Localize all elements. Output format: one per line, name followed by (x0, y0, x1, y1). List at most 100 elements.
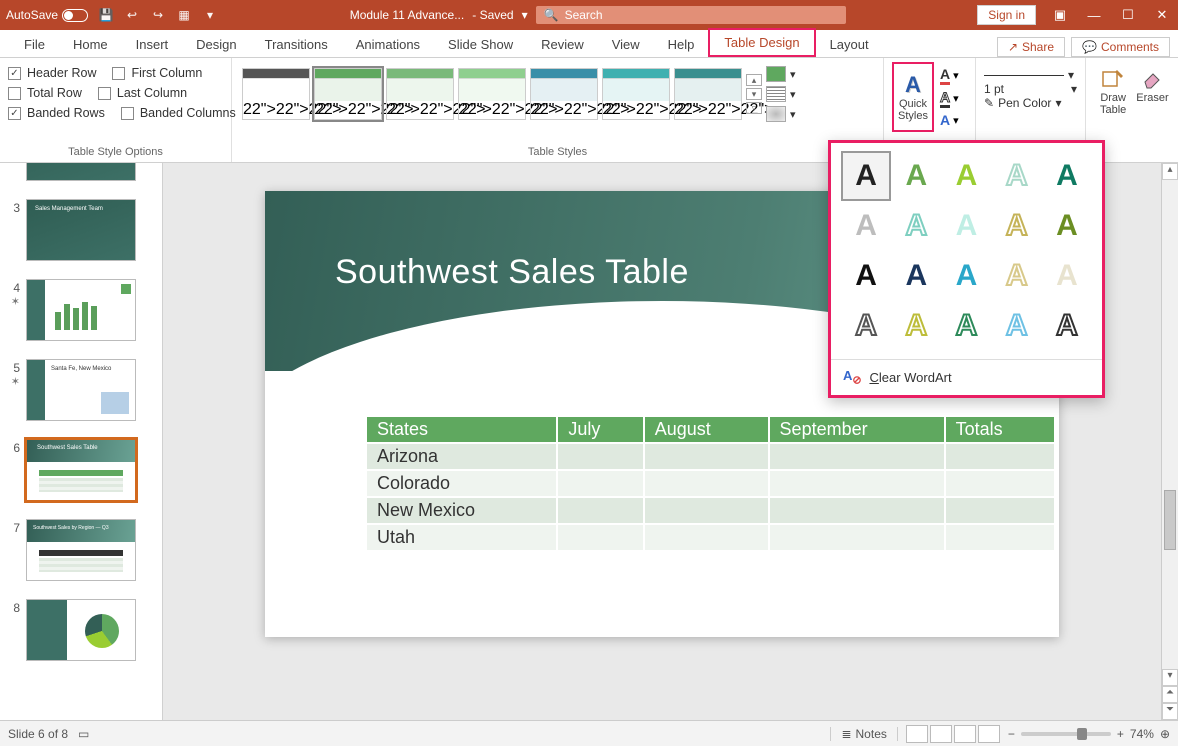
tab-home[interactable]: Home (59, 32, 122, 57)
effects-button[interactable]: ▾ (766, 106, 796, 122)
tab-slide-show[interactable]: Slide Show (434, 32, 527, 57)
comments-button[interactable]: 💬Comments (1071, 37, 1170, 57)
check-total-row[interactable]: Total Row (8, 86, 82, 100)
table-cell[interactable] (769, 470, 945, 497)
thumbnail-slide-5[interactable]: Santa Fe, New Mexico (26, 359, 136, 421)
wordart-style-option[interactable]: A (1044, 203, 1090, 249)
tab-animations[interactable]: Animations (342, 32, 434, 57)
table-cell[interactable] (557, 443, 643, 470)
undo-icon[interactable]: ↩ (124, 7, 140, 23)
zoom-out-icon[interactable]: − (1008, 727, 1015, 741)
close-icon[interactable]: ✕ (1152, 5, 1172, 25)
table-cell[interactable]: Arizona (367, 443, 557, 470)
table-styles-gallery[interactable]: 22">22">22">22">22">22">22">22">22">22">… (240, 62, 744, 126)
view-normal-icon[interactable] (906, 725, 928, 743)
wordart-style-option[interactable]: A (1044, 253, 1090, 299)
table-header-cell[interactable]: September (769, 417, 945, 443)
wordart-style-option[interactable]: A (843, 203, 889, 249)
pen-style-button[interactable]: ▾ (984, 68, 1077, 82)
search-box[interactable]: 🔍 (536, 6, 846, 24)
table-cell[interactable] (945, 524, 1055, 550)
table-cell[interactable]: Utah (367, 524, 557, 550)
table-style-option[interactable]: 22">22">22"> (458, 68, 526, 120)
thumbnail-slide-7[interactable]: Southwest Sales by Region — Q3 (26, 519, 136, 581)
ribbon-display-icon[interactable]: ▣ (1050, 5, 1070, 25)
wordart-style-option[interactable]: A (943, 203, 989, 249)
title-dropdown-icon[interactable]: ▾ (522, 8, 528, 22)
table-cell[interactable]: Colorado (367, 470, 557, 497)
scroll-up-icon[interactable]: ▴ (1162, 163, 1178, 180)
tab-view[interactable]: View (598, 32, 654, 57)
save-icon[interactable]: 💾 (98, 7, 114, 23)
table-cell[interactable] (945, 443, 1055, 470)
pen-color-button[interactable]: ✎Pen Color▾ (984, 96, 1077, 110)
wordart-style-option[interactable]: A (893, 303, 939, 349)
text-fill-button[interactable]: A▾ (940, 66, 959, 85)
table-style-option[interactable]: 22">22">22"> (242, 68, 310, 120)
next-slide-icon[interactable]: ⏷ (1162, 703, 1178, 720)
table-cell[interactable] (769, 497, 945, 524)
wordart-style-option[interactable]: A (843, 253, 889, 299)
autosave-toggle[interactable]: AutoSave (6, 8, 88, 22)
scroll-thumb[interactable] (1164, 490, 1176, 550)
zoom-value[interactable]: 74% (1130, 727, 1154, 741)
thumbnail-slide-6[interactable]: Southwest Sales Table (26, 439, 136, 501)
table-header-cell[interactable]: States (367, 417, 557, 443)
wordart-style-option[interactable]: A (893, 253, 939, 299)
wordart-style-option[interactable]: A (994, 253, 1040, 299)
view-reading-icon[interactable] (954, 725, 976, 743)
zoom-slider[interactable] (1021, 732, 1111, 736)
tab-file[interactable]: File (10, 32, 59, 57)
wordart-style-option[interactable]: A (994, 203, 1040, 249)
tab-help[interactable]: Help (654, 32, 709, 57)
table-style-option[interactable]: 22">22">22"> (674, 68, 742, 120)
wordart-style-option[interactable]: A (1044, 153, 1090, 199)
notes-button[interactable]: ≣Notes (830, 727, 897, 741)
tab-review[interactable]: Review (527, 32, 598, 57)
table-header-cell[interactable]: August (644, 417, 769, 443)
zoom-in-icon[interactable]: + (1117, 727, 1124, 741)
table-cell[interactable] (769, 443, 945, 470)
wordart-style-option[interactable]: A (843, 303, 889, 349)
check-banded-columns[interactable]: Banded Columns (121, 106, 236, 120)
borders-button[interactable]: ▾ (766, 86, 796, 102)
table-style-option[interactable]: 22">22">22"> (386, 68, 454, 120)
table-style-option[interactable]: 22">22">22"> (602, 68, 670, 120)
table-style-option[interactable]: 22">22">22"> (314, 68, 382, 120)
table-cell[interactable] (644, 470, 769, 497)
wordart-style-option[interactable]: A (943, 153, 989, 199)
qat-more-icon[interactable]: ▾ (202, 7, 218, 23)
wordart-style-option[interactable]: A (1044, 303, 1090, 349)
table-cell[interactable] (769, 524, 945, 550)
fit-to-window-icon[interactable]: ⊕ (1160, 727, 1170, 741)
wordart-style-option[interactable]: A (893, 153, 939, 199)
tab-design[interactable]: Design (182, 32, 250, 57)
table-cell[interactable] (644, 443, 769, 470)
table-cell[interactable] (945, 470, 1055, 497)
table-cell[interactable] (557, 524, 643, 550)
check-header-row[interactable]: Header Row (8, 66, 96, 80)
clear-wordart-button[interactable]: A⊘ Clear WordArt (831, 359, 1102, 395)
thumbnail-slide-3[interactable]: Sales Management Team (26, 199, 136, 261)
table-cell[interactable] (644, 524, 769, 550)
check-first-column[interactable]: First Column (112, 66, 202, 80)
table-cell[interactable] (557, 470, 643, 497)
maximize-icon[interactable]: ☐ (1118, 5, 1138, 25)
vertical-scrollbar[interactable]: ▴ ▾ ⏶ ⏷ (1161, 163, 1178, 720)
check-last-column[interactable]: Last Column (98, 86, 187, 100)
eraser-button[interactable]: Eraser (1136, 66, 1168, 116)
thumbnail-slide-4[interactable] (26, 279, 136, 341)
shading-button[interactable]: ▾ (766, 66, 796, 82)
gallery-scroll[interactable]: ▴▾▿ (746, 74, 762, 114)
table-cell[interactable] (557, 497, 643, 524)
view-slideshow-icon[interactable] (978, 725, 1000, 743)
sign-in-button[interactable]: Sign in (977, 5, 1036, 25)
search-input[interactable] (565, 8, 805, 22)
table-header-cell[interactable]: Totals (945, 417, 1055, 443)
table-style-option[interactable]: 22">22">22"> (530, 68, 598, 120)
share-button[interactable]: ↗Share (997, 37, 1065, 57)
tab-insert[interactable]: Insert (122, 32, 183, 57)
tab-table-design[interactable]: Table Design (708, 28, 815, 57)
table-header-cell[interactable]: July (557, 417, 643, 443)
wordart-style-option[interactable]: A (943, 303, 989, 349)
